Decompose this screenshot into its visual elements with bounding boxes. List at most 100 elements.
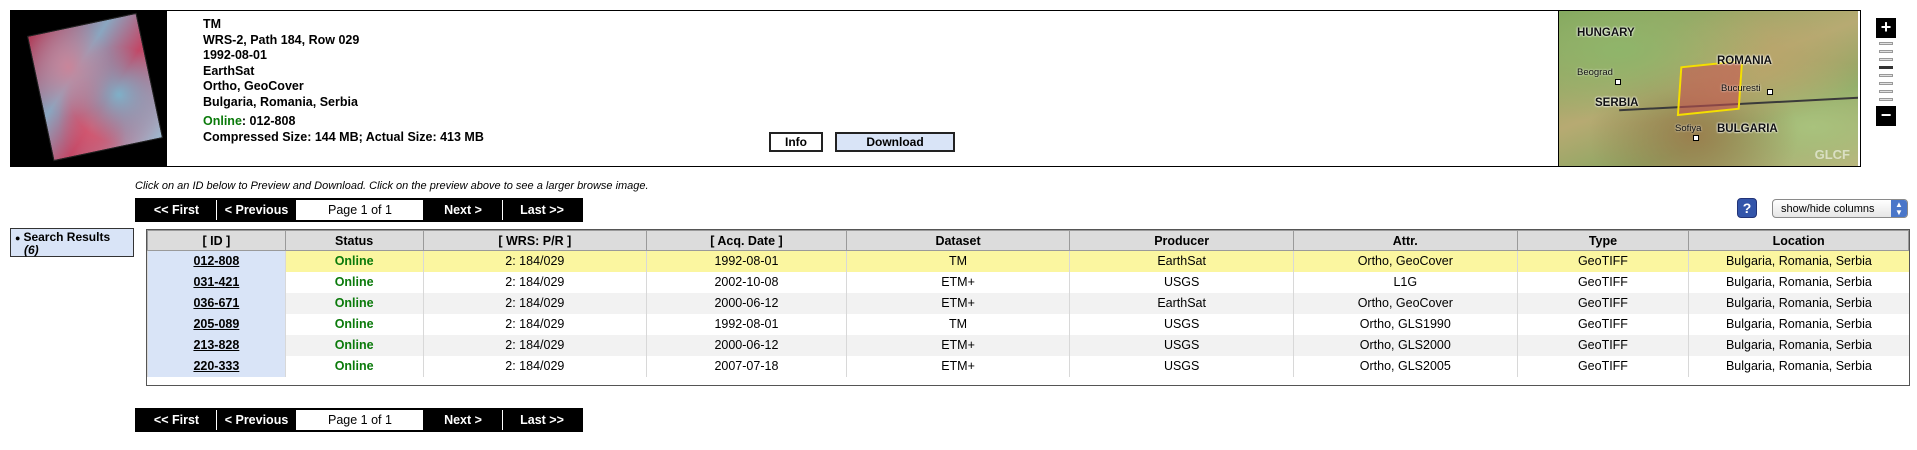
zoom-slider[interactable] <box>1876 42 1896 101</box>
glcf-watermark: GLCF <box>1814 147 1850 162</box>
map-city-beograd: Beograd <box>1577 67 1613 78</box>
table-row[interactable]: 205-089 Online 2: 184/029 1992-08-01 TM … <box>147 313 1909 335</box>
row-wrs: 2: 184/029 <box>422 292 647 314</box>
row-status: Online <box>284 271 424 293</box>
row-status: Online <box>284 334 424 356</box>
row-dataset: ETM+ <box>845 292 1070 314</box>
previous-page-button[interactable]: < Previous <box>217 200 297 220</box>
bullet-icon: ● <box>15 233 21 243</box>
row-id-link[interactable]: 213-828 <box>147 334 286 356</box>
search-results-label: Search Results <box>23 230 111 244</box>
row-attr: Ortho, GeoCover <box>1292 250 1518 272</box>
location-map[interactable]: HUNGARY ROMANIA SERBIA BULGARIA Beograd … <box>1558 11 1858 166</box>
map-label-hungary: HUNGARY <box>1577 27 1635 39</box>
row-dataset: TM <box>845 313 1070 335</box>
next-page-button[interactable]: Next > <box>423 200 503 220</box>
download-button[interactable]: Download <box>835 132 955 152</box>
browse-image[interactable] <box>26 12 164 162</box>
header-status: Status <box>284 230 424 251</box>
show-hide-columns-select[interactable]: show/hide columns ▲ ▼ <box>1772 199 1908 218</box>
table-row[interactable]: 220-333 Online 2: 184/029 2007-07-18 ETM… <box>147 355 1909 377</box>
zoom-level-6[interactable] <box>1879 82 1893 85</box>
row-status: Online <box>284 355 424 377</box>
zoom-level-5[interactable] <box>1879 74 1893 77</box>
row-attr: Ortho, GLS1990 <box>1292 313 1518 335</box>
sidebar-search-results[interactable]: ● Search Results (6) <box>10 228 134 257</box>
zoom-out-button[interactable]: − <box>1876 106 1896 126</box>
row-id-link[interactable]: 031-421 <box>147 271 286 293</box>
row-id-link[interactable]: 205-089 <box>147 313 286 335</box>
row-attr: Ortho, GLS2000 <box>1292 334 1518 356</box>
results-table-container: [ ID ] Status [ WRS: P/R ] [ Acq. Date ]… <box>146 229 1910 386</box>
map-dot-sofiya <box>1693 135 1699 141</box>
scene-detail-panel: TM WRS-2, Path 184, Row 029 1992-08-01 E… <box>10 10 1861 167</box>
zoom-level-8[interactable] <box>1879 98 1893 101</box>
scene-location: Bulgaria, Romania, Serbia <box>203 94 358 109</box>
row-location: Bulgaria, Romania, Serbia <box>1688 292 1909 314</box>
header-acq-date[interactable]: [ Acq. Date ] <box>646 230 847 251</box>
info-button[interactable]: Info <box>769 132 823 152</box>
row-location: Bulgaria, Romania, Serbia <box>1688 334 1909 356</box>
page-info: Page 1 of 1 <box>297 200 423 220</box>
row-producer: USGS <box>1069 313 1294 335</box>
scene-attributes: Ortho, GeoCover <box>203 79 304 93</box>
browse-preview[interactable] <box>11 11 167 166</box>
row-producer: EarthSat <box>1069 292 1294 314</box>
last-page-button[interactable]: Last >> <box>503 200 581 220</box>
map-dot-beograd <box>1615 79 1621 85</box>
row-attr: L1G <box>1292 271 1518 293</box>
scene-producer: EarthSat <box>203 63 255 78</box>
row-type: GeoTIFF <box>1516 355 1689 377</box>
table-row[interactable]: 012-808 Online 2: 184/029 1992-08-01 TM … <box>147 250 1909 272</box>
results-table: [ ID ] Status [ WRS: P/R ] [ Acq. Date ]… <box>147 230 1909 377</box>
detail-actions: Info Download <box>769 132 955 152</box>
map-city-bucuresti: Bucuresti <box>1721 83 1761 94</box>
zoom-level-4[interactable] <box>1879 66 1893 69</box>
map-zoom-control: + − <box>1876 18 1896 156</box>
row-status: Online <box>284 313 424 335</box>
row-date: 1992-08-01 <box>646 250 847 272</box>
table-row[interactable]: 036-671 Online 2: 184/029 2000-06-12 ETM… <box>147 292 1909 314</box>
last-page-button[interactable]: Last >> <box>503 410 581 430</box>
map-label-bulgaria: BULGARIA <box>1717 123 1778 135</box>
row-status: Online <box>284 250 424 272</box>
header-attr: Attr. <box>1292 230 1518 251</box>
row-date: 2007-07-18 <box>646 355 847 377</box>
row-id-link[interactable]: 036-671 <box>147 292 286 314</box>
scene-online-line: Online: 012-808 <box>203 114 484 130</box>
scene-metadata: TM WRS-2, Path 184, Row 029 1992-08-01 E… <box>203 17 484 145</box>
row-location: Bulgaria, Romania, Serbia <box>1688 313 1909 335</box>
row-type: GeoTIFF <box>1516 292 1689 314</box>
scene-wrs: WRS-2, Path 184, Row 029 <box>203 32 360 47</box>
header-wrs[interactable]: [ WRS: P/R ] <box>422 230 648 251</box>
row-id-link[interactable]: 012-808 <box>147 250 286 272</box>
row-status: Online <box>284 292 424 314</box>
row-dataset: TM <box>845 250 1070 272</box>
row-wrs: 2: 184/029 <box>422 271 647 293</box>
row-producer: USGS <box>1069 271 1294 293</box>
row-date: 1992-08-01 <box>646 313 847 335</box>
header-type: Type <box>1516 230 1690 251</box>
header-id[interactable]: [ ID ] <box>147 230 286 251</box>
previous-page-button[interactable]: < Previous <box>217 410 297 430</box>
zoom-level-1[interactable] <box>1879 42 1893 45</box>
map-dot-bucuresti <box>1767 89 1773 95</box>
zoom-level-2[interactable] <box>1879 50 1893 53</box>
zoom-in-button[interactable]: + <box>1876 18 1896 38</box>
zoom-level-7[interactable] <box>1879 90 1893 93</box>
row-date: 2002-10-08 <box>646 271 847 293</box>
help-icon[interactable]: ? <box>1737 198 1757 218</box>
scene-size: Compressed Size: 144 MB; Actual Size: 41… <box>203 129 484 144</box>
map-label-romania: ROMANIA <box>1717 55 1772 67</box>
table-row[interactable]: 213-828 Online 2: 184/029 2000-06-12 ETM… <box>147 334 1909 356</box>
header-location: Location <box>1688 230 1909 251</box>
first-page-button[interactable]: << First <box>137 200 217 220</box>
first-page-button[interactable]: << First <box>137 410 217 430</box>
table-row[interactable]: 031-421 Online 2: 184/029 2002-10-08 ETM… <box>147 271 1909 293</box>
row-id-link[interactable]: 220-333 <box>147 355 286 377</box>
next-page-button[interactable]: Next > <box>423 410 503 430</box>
columns-select-label: show/hide columns <box>1781 202 1875 215</box>
scene-date: 1992-08-01 <box>203 48 267 62</box>
row-date: 2000-06-12 <box>646 334 847 356</box>
zoom-level-3[interactable] <box>1879 58 1893 61</box>
